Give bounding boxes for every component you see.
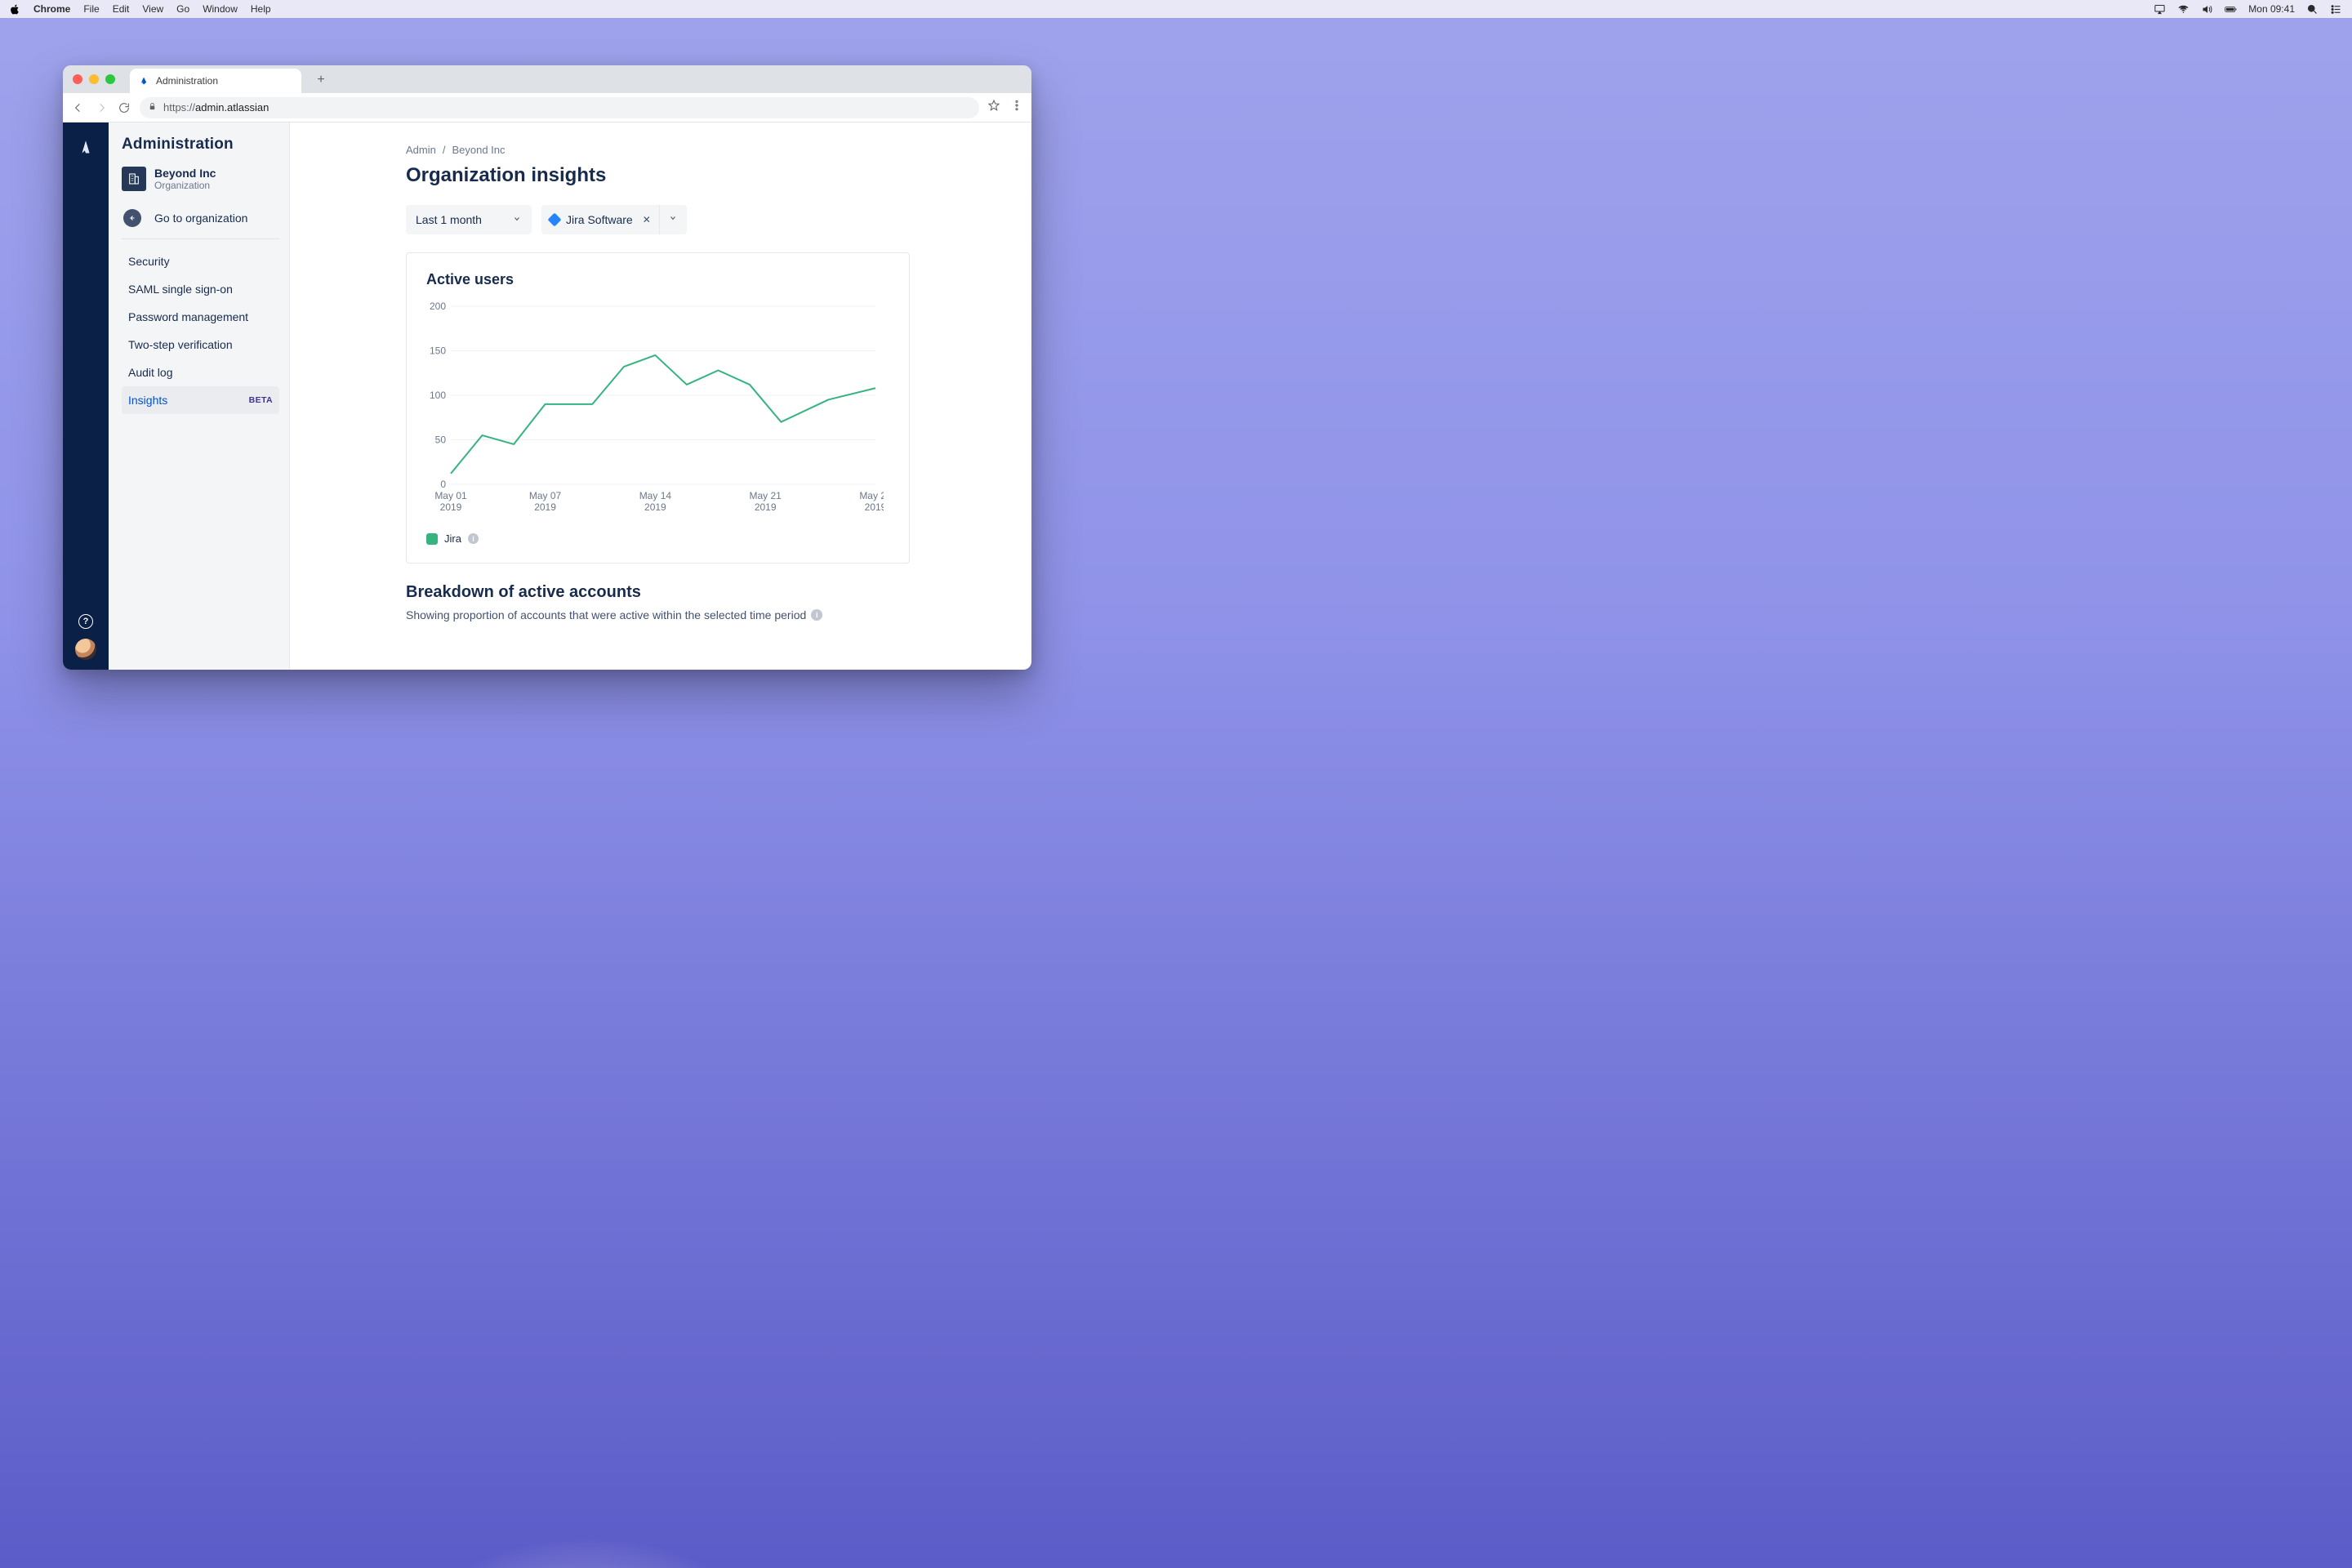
- browser-tab[interactable]: Administration: [130, 69, 301, 93]
- breadcrumb-link[interactable]: Admin: [406, 144, 436, 156]
- back-button[interactable]: [71, 100, 86, 115]
- org-icon: [122, 167, 146, 191]
- sidebar-item-audit-log[interactable]: Audit log: [122, 359, 279, 386]
- help-icon[interactable]: ?: [78, 614, 93, 629]
- avatar[interactable]: [75, 639, 96, 660]
- date-range-select[interactable]: Last 1 month: [406, 205, 532, 234]
- jira-icon: [548, 213, 562, 227]
- tab-strip: Administration +: [63, 65, 1031, 93]
- sidebar-item-saml[interactable]: SAML single sign-on: [122, 275, 279, 303]
- org-sublabel: Organization: [154, 180, 216, 191]
- active-users-card: Active users 050100150200May 012019May 0…: [406, 252, 910, 564]
- window-controls: [73, 65, 125, 93]
- org-name: Beyond Inc: [154, 167, 216, 180]
- tab-title: Administration: [156, 75, 218, 87]
- browser-toolbar: https://admin.atlassian: [63, 93, 1031, 122]
- product-filter: Jira Software ✕: [541, 205, 687, 234]
- svg-text:150: 150: [430, 345, 446, 357]
- page-title: Organization insights: [406, 164, 1031, 187]
- svg-text:2019: 2019: [644, 501, 666, 513]
- card-title: Breakdown of active accounts: [406, 583, 910, 602]
- arrow-left-circle-icon: [123, 209, 141, 227]
- svg-text:2019: 2019: [755, 501, 777, 513]
- legend-swatch: [426, 533, 438, 545]
- svg-text:2019: 2019: [534, 501, 556, 513]
- macos-menubar: Chrome File Edit View Go Window Help Mon…: [0, 0, 2352, 18]
- volume-icon[interactable]: [2201, 3, 2213, 16]
- info-icon[interactable]: i: [811, 609, 822, 621]
- close-window-icon[interactable]: [73, 74, 82, 84]
- card-subtitle: Showing proportion of accounts that were…: [406, 608, 910, 621]
- browser-menu-icon[interactable]: [1010, 99, 1023, 116]
- product-filter-dropdown[interactable]: [659, 205, 687, 234]
- chevron-down-icon: [668, 212, 678, 227]
- address-bar[interactable]: https://admin.atlassian: [140, 97, 979, 118]
- url-text: https://admin.atlassian: [163, 101, 269, 114]
- reload-button[interactable]: [117, 100, 131, 115]
- menubar-item[interactable]: View: [142, 3, 163, 15]
- lock-icon: [148, 101, 157, 114]
- beta-badge: BETA: [249, 395, 273, 405]
- product-chip[interactable]: Jira Software ✕: [541, 205, 659, 234]
- sidebar-title: Administration: [122, 136, 279, 154]
- battery-icon[interactable]: [2225, 3, 2237, 16]
- svg-text:May 07: May 07: [529, 490, 562, 501]
- svg-text:200: 200: [430, 301, 446, 312]
- atlassian-favicon-icon: [138, 75, 149, 87]
- menubar-item[interactable]: Window: [203, 3, 238, 15]
- menubar-item[interactable]: Edit: [113, 3, 130, 15]
- svg-text:2019: 2019: [865, 501, 884, 513]
- menubar-clock[interactable]: Mon 09:41: [2248, 3, 2295, 15]
- global-nav-rail: ?: [63, 122, 109, 670]
- info-icon[interactable]: i: [468, 533, 479, 544]
- org-card[interactable]: Beyond Inc Organization: [122, 167, 279, 191]
- main-content: Admin / Beyond Inc Organization insights…: [290, 122, 1031, 670]
- chart-legend: Jira i: [426, 532, 889, 545]
- svg-text:100: 100: [430, 390, 446, 401]
- svg-text:0: 0: [440, 479, 446, 490]
- chevron-down-icon: [512, 213, 522, 226]
- filter-toolbar: Last 1 month Jira Software ✕: [406, 205, 1031, 234]
- svg-text:May 01: May 01: [434, 490, 467, 501]
- card-title: Active users: [426, 271, 889, 288]
- forward-button: [94, 100, 109, 115]
- wifi-icon[interactable]: [2177, 3, 2189, 16]
- apple-icon[interactable]: [10, 4, 20, 15]
- svg-text:50: 50: [435, 434, 447, 446]
- svg-text:May 28: May 28: [859, 490, 884, 501]
- zoom-window-icon[interactable]: [105, 74, 115, 84]
- menubar-item[interactable]: Go: [176, 3, 189, 15]
- sidebar-item-insights[interactable]: Insights BETA: [122, 386, 279, 414]
- menubar-app-name[interactable]: Chrome: [33, 3, 70, 15]
- atlassian-logo-icon[interactable]: [76, 137, 96, 161]
- breakdown-card: Breakdown of active accounts Showing pro…: [406, 583, 910, 621]
- new-tab-button[interactable]: +: [310, 69, 332, 91]
- svg-text:2019: 2019: [440, 501, 462, 513]
- browser-window: Administration + https://admin.atlassian…: [63, 65, 1031, 670]
- svg-text:May 21: May 21: [750, 490, 782, 501]
- minimize-window-icon[interactable]: [89, 74, 99, 84]
- sidebar: Administration Beyond Inc Organization G…: [109, 122, 290, 670]
- app-viewport: ? Administration Beyond Inc Organization…: [63, 122, 1031, 670]
- sidebar-item-two-step[interactable]: Two-step verification: [122, 331, 279, 359]
- menubar-item[interactable]: File: [83, 3, 99, 15]
- breadcrumb: Admin / Beyond Inc: [406, 144, 1031, 156]
- sidebar-item-password[interactable]: Password management: [122, 303, 279, 331]
- go-to-organization-link[interactable]: Go to organization: [123, 209, 279, 227]
- legend-label: Jira: [444, 532, 461, 545]
- breadcrumb-link[interactable]: Beyond Inc: [452, 144, 505, 156]
- sidebar-item-security[interactable]: Security: [122, 247, 279, 275]
- svg-text:May 14: May 14: [639, 490, 672, 501]
- active-users-chart: 050100150200May 012019May 072019May 1420…: [426, 300, 889, 524]
- spotlight-icon[interactable]: [2306, 3, 2319, 16]
- sidebar-divider: [122, 238, 279, 239]
- airplay-icon[interactable]: [2154, 3, 2166, 16]
- remove-chip-icon[interactable]: ✕: [643, 214, 651, 225]
- menubar-item[interactable]: Help: [251, 3, 271, 15]
- bookmark-star-icon[interactable]: [987, 99, 1000, 116]
- control-center-icon[interactable]: [2330, 3, 2342, 16]
